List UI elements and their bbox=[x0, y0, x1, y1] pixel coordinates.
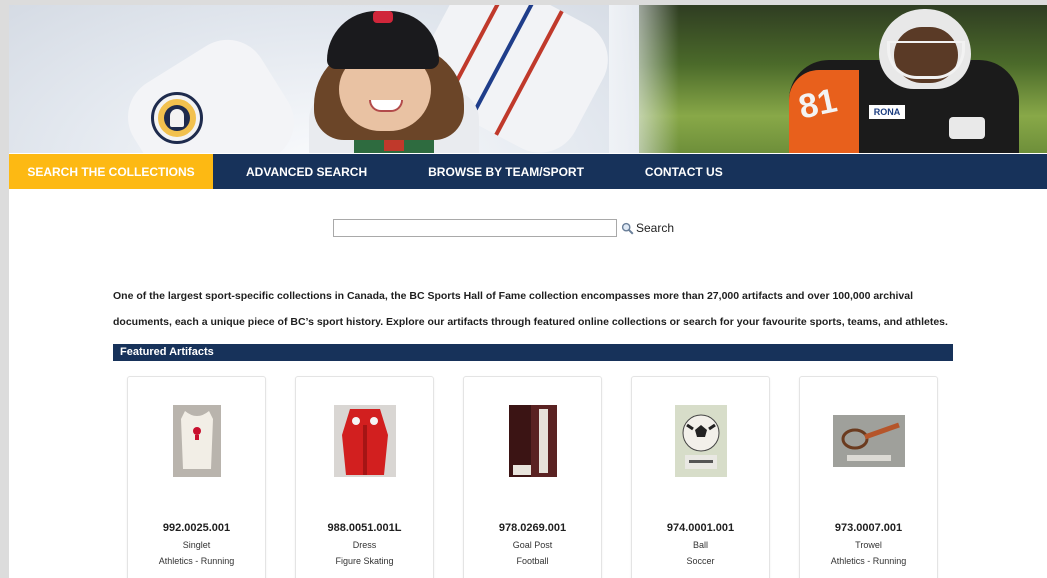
artifact-category: Soccer bbox=[686, 556, 715, 566]
main-nav: SEARCH THE COLLECTIONS ADVANCED SEARCH B… bbox=[9, 154, 1047, 189]
nav-browse-by-team-sport[interactable]: BROWSE BY TEAM/SPORT bbox=[428, 154, 584, 189]
featured-artifacts-heading: Featured Artifacts bbox=[113, 344, 953, 361]
artifact-image-singlet bbox=[172, 405, 221, 477]
artifact-card[interactable]: 988.0051.001L Dress Figure Skating bbox=[295, 376, 434, 578]
search-input[interactable] bbox=[333, 219, 617, 237]
artifact-card[interactable]: 978.0269.001 Goal Post Football bbox=[463, 376, 602, 578]
artifact-category: Football bbox=[516, 556, 549, 566]
artifact-name: Trowel bbox=[855, 540, 882, 550]
artifact-accession-number: 992.0025.001 bbox=[162, 522, 231, 534]
magnifier-icon bbox=[621, 222, 634, 235]
nav-search-the-collections[interactable]: SEARCH THE COLLECTIONS bbox=[9, 154, 213, 189]
intro-paragraph: One of the largest sport-specific collec… bbox=[113, 290, 948, 328]
nav-advanced-search[interactable]: ADVANCED SEARCH bbox=[246, 154, 367, 189]
header-banner: 81 RONA bbox=[9, 5, 1047, 153]
artifact-image-dress bbox=[333, 405, 396, 477]
search-bar: Search bbox=[333, 219, 674, 237]
nav-contact-us[interactable]: CONTACT US bbox=[645, 154, 723, 189]
bc-sports-hall-of-fame-logo[interactable] bbox=[151, 92, 203, 144]
artifact-card[interactable]: 974.0001.001 Ball Soccer bbox=[631, 376, 770, 578]
artifact-image-goal-post bbox=[508, 405, 557, 477]
artifact-name: Ball bbox=[692, 540, 708, 550]
search-button[interactable]: Search bbox=[621, 221, 674, 235]
artifact-accession-number: 973.0007.001 bbox=[834, 522, 903, 534]
artifact-image-trowel bbox=[832, 415, 905, 467]
artifact-category: Athletics - Running bbox=[830, 556, 907, 566]
artifact-name: Singlet bbox=[182, 540, 211, 550]
artifact-card[interactable]: 973.0007.001 Trowel Athletics - Running bbox=[799, 376, 938, 578]
artifact-category: Athletics - Running bbox=[158, 556, 235, 566]
artifact-accession-number: 974.0001.001 bbox=[666, 522, 735, 534]
search-button-label: Search bbox=[636, 221, 675, 235]
artifact-accession-number: 988.0051.001L bbox=[327, 522, 402, 534]
artifact-name: Dress bbox=[352, 540, 377, 550]
artifact-card[interactable]: 992.0025.001 Singlet Athletics - Running bbox=[127, 376, 266, 578]
artifact-name: Goal Post bbox=[512, 540, 553, 550]
artifact-image-ball bbox=[674, 405, 727, 477]
artifact-accession-number: 978.0269.001 bbox=[498, 522, 567, 534]
artifact-category: Figure Skating bbox=[335, 556, 394, 566]
